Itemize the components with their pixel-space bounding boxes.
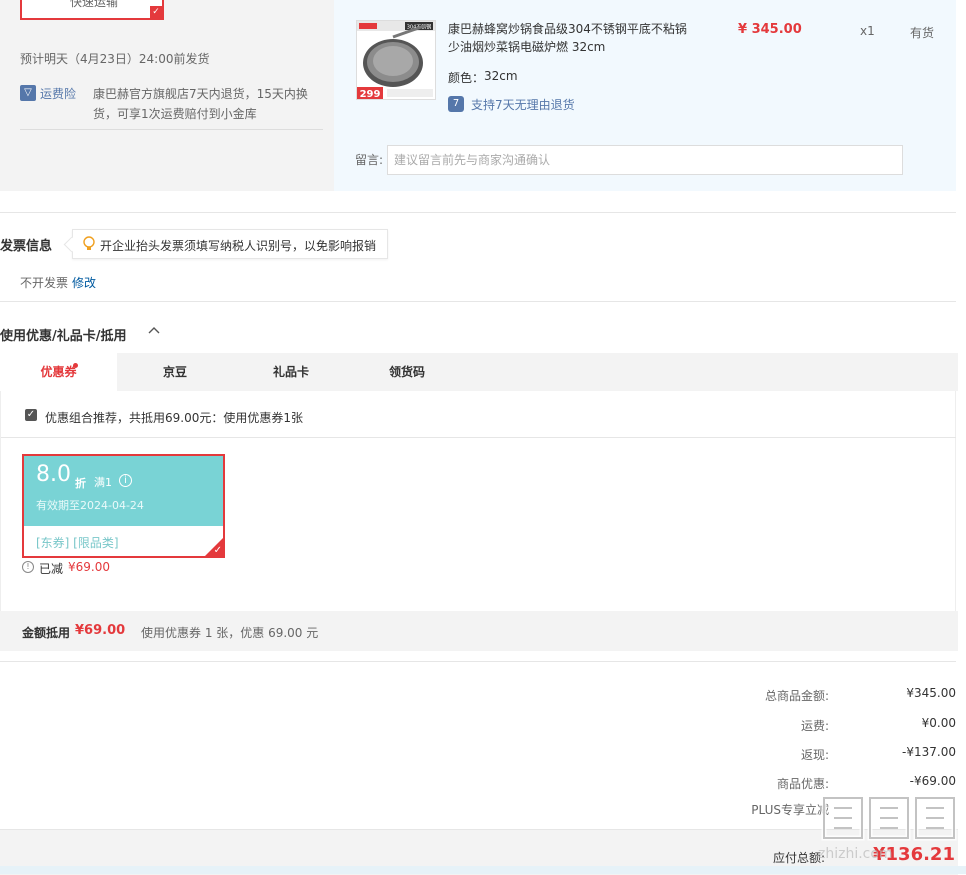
color-value: 32cm (484, 69, 518, 83)
product-price: ¥ 345.00 (738, 22, 802, 37)
invoice-tip-text: 开企业抬头发票须填写纳税人识别号，以免影响报销 (100, 239, 377, 253)
shipping-fee-label: 运费: (800, 719, 829, 733)
chevron-up-icon[interactable] (148, 324, 160, 339)
product-thumbnail[interactable]: 304不锈钢 299 (356, 20, 436, 100)
saved-label: 已减 (39, 562, 64, 576)
combo-recommend-text: 优惠组合推荐，共抵用69.00元：使用优惠券1张 (45, 411, 303, 425)
tab-coupon-label: 优惠券 (40, 365, 77, 379)
shipping-fee-value: ¥0.00 (921, 716, 956, 730)
coupon-discount: 8.0 (36, 462, 71, 487)
tab-gift-card-label: 礼品卡 (272, 365, 309, 379)
product-title[interactable]: 康巴赫蜂窝炒锅食品级304不锈钢平底不粘锅少油烟炒菜锅电磁炉燃 32cm (448, 20, 698, 56)
tab-redeem-code-label: 领货码 (388, 365, 425, 379)
cashback-label: 返现: (800, 748, 829, 762)
saved-amount: ¥69.00 (68, 560, 110, 574)
color-label: 颜色： (448, 71, 485, 85)
coupon-summary-bar: 金额抵用 ¥69.00 使用优惠券 1 张，优惠 69.00 元 (0, 611, 958, 651)
tab-gift-card[interactable]: 礼品卡 (233, 353, 349, 391)
divider (20, 129, 323, 130)
divider (0, 212, 956, 213)
info-icon[interactable]: i (119, 474, 132, 487)
return-policy-icon: 7 (448, 96, 464, 112)
summary-amount: ¥69.00 (75, 623, 126, 638)
coupon-unit: 折 (75, 477, 86, 490)
wok-image: 304不锈钢 299 (357, 21, 435, 99)
image-price: 299 (360, 89, 381, 99)
info-icon: ! (22, 561, 34, 573)
plus-discount-label: PLUS专享立减 (751, 803, 829, 817)
total-goods-value: ¥345.00 (906, 686, 956, 700)
product-discount-value: -¥69.00 (909, 774, 956, 788)
invoice-edit-link[interactable]: 修改 (72, 274, 96, 291)
new-dot-badge (73, 363, 78, 368)
divider (0, 661, 956, 662)
selected-check-icon: ✓ (150, 6, 162, 18)
message-label: 留言: (355, 153, 384, 167)
message-input[interactable] (387, 145, 903, 175)
product-quantity: x1 (860, 24, 875, 38)
combo-checkbox[interactable]: ✓ (25, 409, 37, 421)
tip-arrow (63, 236, 80, 253)
tab-coupon[interactable]: 优惠券 (0, 353, 117, 391)
coupon-section-title[interactable]: 使用优惠/礼品卡/抵用 (0, 325, 127, 344)
tab-jingdou-label: 京豆 (162, 365, 187, 379)
invoice-status: 不开发票 (20, 276, 69, 290)
watermark-logo (821, 795, 957, 841)
shipping-method-label: 快速运输 (70, 0, 119, 9)
coupon-condition: 满1 (94, 476, 112, 489)
invoice-tip-bubble: 开企业抬头发票须填写纳税人识别号，以免影响报销 (63, 229, 388, 259)
divider (1, 437, 956, 438)
tab-redeem-code[interactable]: 领货码 (349, 353, 465, 391)
invoice-section-title: 发票信息 (0, 239, 53, 254)
shipping-insurance-link[interactable]: 运费险 (40, 85, 76, 102)
total-goods-label: 总商品金额: (764, 689, 829, 703)
coupon-tags: [东券] [限品类] (36, 536, 119, 550)
delivery-estimate: 预计明天（4月23日）24:00前发货 (20, 52, 210, 66)
summary-desc: 使用优惠券 1 张，优惠 69.00 元 (141, 626, 319, 640)
summary-label: 金额抵用 (22, 626, 71, 640)
coupon-expiry: 有效期至2024-04-24 (36, 499, 144, 512)
bottom-strip (0, 866, 966, 874)
shipping-insurance-desc: 康巴赫官方旗舰店7天内退货，15天内换货，可享1次运费赔付到小金库 (93, 87, 308, 121)
watermark-text: zhizhi.com (818, 846, 893, 862)
tab-jingdou[interactable]: 京豆 (117, 353, 233, 391)
return-policy-link[interactable]: 支持7天无理由退货 (471, 96, 575, 113)
divider (0, 301, 956, 302)
product-stock: 有货 (910, 26, 935, 40)
check-icon: ✓ (213, 545, 222, 556)
shipping-method-option[interactable]: 快速运输 ✓ (20, 0, 164, 20)
coupon-tabs: 优惠券 京豆 礼品卡 领货码 (0, 353, 958, 391)
coupon-card-header: 8.0 折 满1 i 有效期至2024-04-24 (24, 456, 223, 526)
shipping-insurance-icon: ▽ (20, 85, 36, 101)
cashback-value: -¥137.00 (902, 745, 956, 759)
coupon-card[interactable]: 8.0 折 满1 i 有效期至2024-04-24 [东券] [限品类] ✓ (22, 454, 225, 558)
lightbulb-icon (82, 236, 96, 252)
product-discount-label: 商品优惠: (776, 777, 829, 791)
